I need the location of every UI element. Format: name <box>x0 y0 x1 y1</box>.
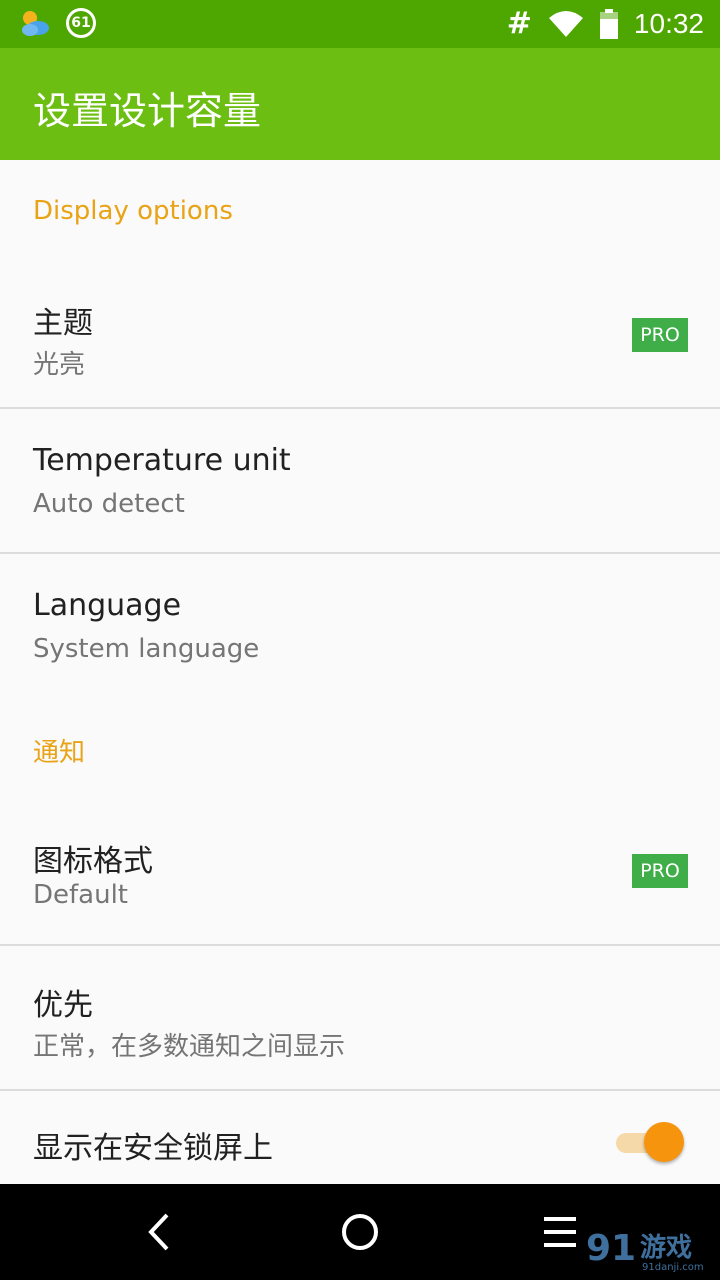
notification-count: 61 <box>66 8 96 38</box>
setting-title: 优先 <box>33 988 93 1023</box>
setting-title: 显示在安全锁屏上 <box>33 1131 273 1166</box>
watermark-logo: 91 游戏 91danji.com <box>584 1224 714 1274</box>
svg-text:91: 91 <box>586 1228 636 1269</box>
setting-subtitle: 光亮 <box>33 350 86 380</box>
navigation-bar: 91 游戏 91danji.com <box>0 1184 720 1280</box>
lockscreen-toggle[interactable] <box>612 1121 684 1162</box>
status-bar: 61 # 10:32 <box>0 0 720 48</box>
setting-icon-style[interactable]: 图标格式 Default PRO <box>0 800 720 944</box>
setting-priority[interactable]: 优先 正常，在多数通知之间显示 <box>0 946 720 1090</box>
setting-title: Language <box>33 588 182 623</box>
weather-icon <box>18 8 52 38</box>
battery-icon <box>599 8 618 39</box>
setting-title: Temperature unit <box>33 443 291 478</box>
setting-subtitle: Default <box>33 880 128 910</box>
app-bar: 设置设计容量 <box>0 48 720 160</box>
section-header-notifications: 通知 <box>33 738 86 768</box>
setting-temperature-unit[interactable]: Temperature unit Auto detect <box>0 409 720 553</box>
toggle-thumb <box>644 1122 684 1162</box>
setting-language[interactable]: Language System language <box>0 554 720 684</box>
svg-text:91danji.com: 91danji.com <box>642 1262 704 1273</box>
setting-theme[interactable]: 主题 光亮 PRO <box>0 264 720 408</box>
pro-badge: PRO <box>632 854 688 888</box>
setting-show-on-lockscreen[interactable]: 显示在安全锁屏上 <box>0 1091 720 1184</box>
settings-list: Display options 主题 光亮 PRO Temperature un… <box>0 160 720 1184</box>
section-header-display: Display options <box>33 196 233 226</box>
wifi-icon <box>548 10 584 38</box>
menu-icon[interactable] <box>536 1208 584 1256</box>
notification-count-icon: 61 <box>66 8 96 38</box>
page-title: 设置设计容量 <box>33 89 262 133</box>
home-icon[interactable] <box>336 1208 384 1256</box>
signal-hash-icon: # <box>506 6 532 41</box>
setting-title: 图标格式 <box>33 844 153 879</box>
setting-subtitle: Auto detect <box>33 489 185 519</box>
svg-text:游戏: 游戏 <box>640 1233 692 1263</box>
back-icon[interactable] <box>136 1208 184 1256</box>
pro-badge: PRO <box>632 318 688 352</box>
status-time: 10:32 <box>633 7 704 39</box>
setting-subtitle: 正常，在多数通知之间显示 <box>33 1032 346 1062</box>
setting-subtitle: System language <box>33 634 260 664</box>
setting-title: 主题 <box>33 306 93 341</box>
